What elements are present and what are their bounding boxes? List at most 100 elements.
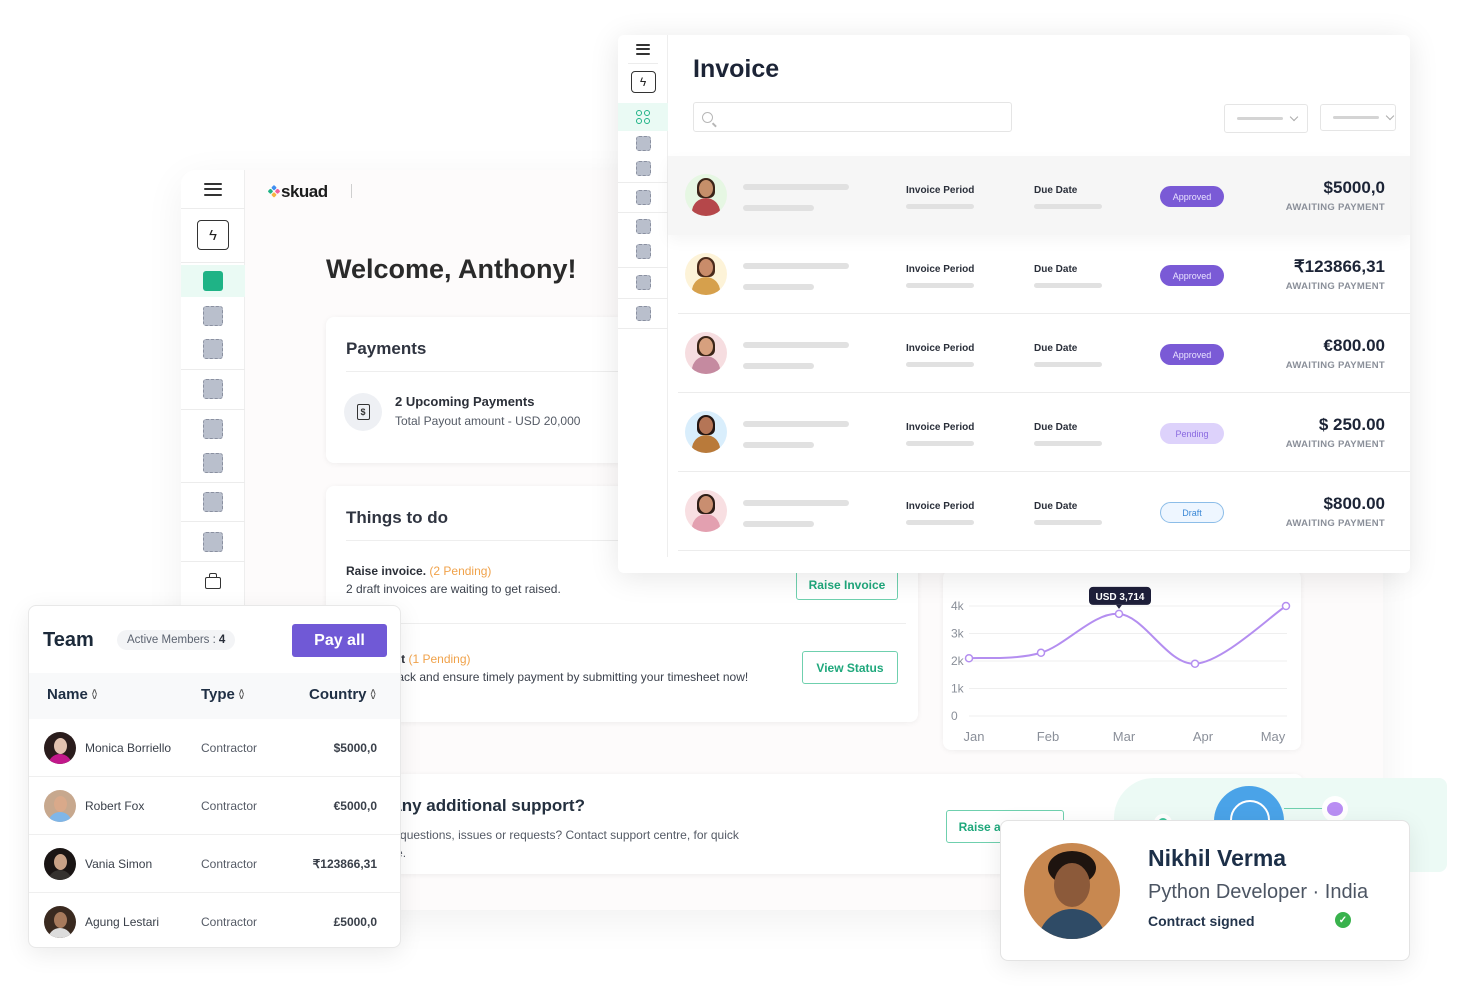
team-table-header: Name ˄ ˅ Type ˄ ˅ Country ˄ ˅ [29, 673, 400, 719]
invoice-row[interactable]: Invoice Period Due Date Approved ₹123866,31… [668, 235, 1410, 314]
sort-icon: ˄ ˅ [91, 686, 98, 702]
payments-card: Payments $ 2 Upcoming Payments Total Pay… [326, 317, 626, 463]
upcoming-payments-title[interactable]: 2 Upcoming Payments [395, 394, 534, 409]
due-date-placeholder [1034, 362, 1102, 367]
filter-dropdown-2[interactable] [1320, 104, 1396, 131]
quick-actions-button[interactable]: ϟ [181, 208, 245, 262]
due-date-label: Due Date [1034, 264, 1078, 275]
avatar [44, 732, 76, 764]
invoice-period-placeholder [906, 204, 974, 209]
placeholder-icon [635, 274, 651, 290]
member-name: Robert Fox [85, 799, 145, 813]
payments-title: Payments [346, 339, 427, 358]
x-tick-label: Mar [1113, 729, 1136, 744]
lightning-icon: ϟ [197, 220, 229, 250]
profile-name: Nikhil Verma [1148, 845, 1287, 871]
sidebar-item-6[interactable] [618, 239, 668, 264]
sort-icon: ˄ ˅ [238, 686, 245, 702]
menu-button[interactable] [181, 170, 245, 208]
sidebar-item-8[interactable] [618, 299, 668, 327]
column-header-country[interactable]: Country ˄ ˅ [309, 686, 376, 703]
sidebar-item-5[interactable] [181, 412, 245, 446]
avatar [685, 332, 727, 374]
avatar [44, 906, 76, 938]
quick-actions-button[interactable]: ϟ [618, 67, 668, 97]
invoice-amount: €800.00 [1323, 336, 1385, 355]
detail-placeholder [743, 284, 814, 290]
pay-all-button[interactable]: Pay all [292, 624, 387, 657]
team-row[interactable]: Robert Fox Contractor €5000,0 [29, 777, 400, 835]
member-type: Contractor [201, 799, 258, 813]
due-date-label: Due Date [1034, 422, 1078, 433]
invoice-row[interactable]: Invoice Period Due Date Approved €800.00 AWA… [668, 314, 1410, 393]
status-badge: Approved [1160, 344, 1224, 365]
invoice-period-placeholder [906, 362, 974, 367]
y-tick-label: 4k [951, 599, 965, 613]
sidebar-item-4[interactable] [618, 183, 668, 211]
profile-avatar [1024, 843, 1120, 939]
sidebar-item-8[interactable] [181, 525, 245, 559]
sidebar-item-2[interactable] [618, 131, 668, 156]
team-row[interactable]: Agung Lestari Contractor £5000,0 [29, 893, 400, 947]
series-line [968, 605, 1287, 665]
contract-status: Contract signed [1148, 913, 1255, 929]
dashboard-grid-icon [636, 110, 650, 124]
raise-invoice-button[interactable]: Raise Invoice [796, 570, 898, 600]
column-header-type[interactable]: Type ˄ ˅ [201, 686, 244, 703]
sidebar-item-3[interactable] [181, 333, 245, 365]
sidebar-item-7[interactable] [618, 268, 668, 296]
invoice-sidebar: ϟ [618, 35, 668, 557]
sidebar-item-6[interactable] [181, 446, 245, 480]
x-tick-label: Jan [964, 729, 985, 744]
things-to-do-title: Things to do [346, 508, 448, 527]
invoice-search[interactable] [693, 102, 1012, 132]
name-placeholder [743, 421, 849, 427]
invoice-row[interactable]: Invoice Period Due Date Approved $5000,0 AWA… [668, 156, 1410, 235]
due-date-label: Due Date [1034, 185, 1078, 196]
payment-status: AWAITING PAYMENT [1285, 202, 1385, 213]
invoice-amount: $5000,0 [1323, 178, 1385, 197]
invoice-row[interactable]: Invoice Period Due Date Pending $ 250.00 AWA… [668, 393, 1410, 472]
sidebar-item-3[interactable] [618, 156, 668, 181]
due-date-label: Due Date [1034, 343, 1078, 354]
filter-dropdown-1[interactable] [1224, 104, 1308, 133]
member-type: Contractor [201, 741, 258, 755]
profile-card[interactable]: Nikhil Verma Python Developer · India Co… [1000, 820, 1410, 961]
sidebar-item-2[interactable] [181, 300, 245, 332]
due-date-placeholder [1034, 441, 1102, 446]
column-header-name[interactable]: Name ˄ ˅ [47, 686, 97, 703]
sidebar-item-5[interactable] [618, 214, 668, 239]
data-point-apr [1190, 659, 1200, 668]
invoice-period-placeholder [906, 441, 974, 446]
due-date-placeholder [1034, 283, 1102, 288]
sidebar-item-7[interactable] [181, 485, 245, 519]
sidebar-item-4[interactable] [181, 372, 245, 406]
team-title: Team [43, 629, 94, 651]
welcome-heading: Welcome, Anthony! [326, 254, 577, 284]
payment-status: AWAITING PAYMENT [1285, 281, 1385, 292]
name-placeholder [743, 500, 849, 506]
member-amount: €5000,0 [333, 799, 377, 813]
avatar [685, 174, 727, 216]
invoice-amount: $ 250.00 [1318, 415, 1385, 434]
member-type: Contractor [201, 915, 258, 929]
placeholder-icon [635, 244, 651, 259]
placeholder-icon [203, 339, 223, 359]
skuad-logo: skuad [267, 182, 328, 202]
search-input[interactable] [721, 110, 1001, 124]
view-status-button[interactable]: View Status [802, 651, 898, 684]
invoice-period-label: Invoice Period [906, 343, 975, 354]
sidebar-item-dashboard[interactable] [618, 103, 668, 131]
sidebar-item-home[interactable] [181, 265, 245, 297]
team-row[interactable]: Monica Borriello Contractor $5000,0 [29, 719, 400, 777]
menu-button[interactable] [618, 35, 668, 63]
placeholder-icon [203, 453, 223, 473]
team-row[interactable]: Vania Simon Contractor ₹123866,31 [29, 835, 400, 893]
tooltip-label: USD 3,714 [1096, 592, 1145, 603]
y-tick-label: 1k [951, 682, 965, 696]
payment-document-icon: $ [344, 393, 382, 431]
placeholder-icon [635, 189, 651, 205]
invoice-row[interactable]: Invoice Period Due Date Draft $800.00 AWAITI… [668, 472, 1410, 551]
avatar [44, 790, 76, 822]
sidebar-item-jobs[interactable] [181, 565, 245, 601]
